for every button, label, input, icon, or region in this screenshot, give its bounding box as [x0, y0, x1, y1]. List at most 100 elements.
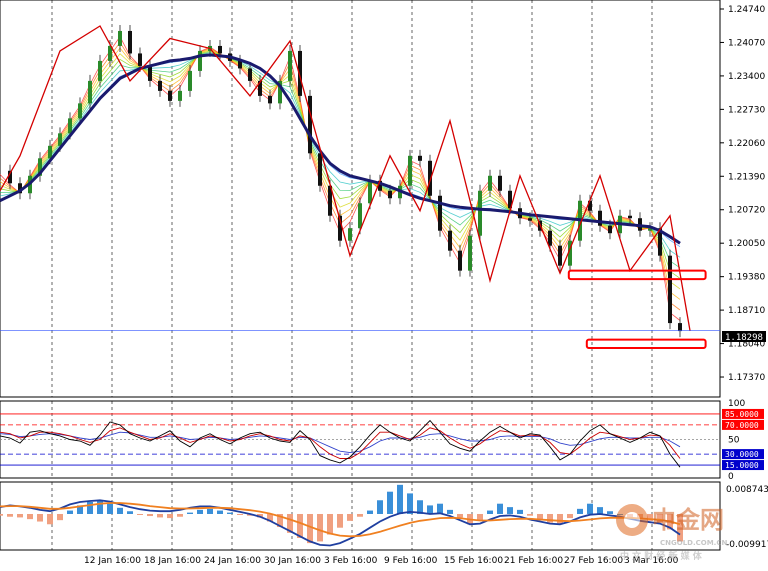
candle-body: [478, 190, 482, 236]
macd-histogram-bar: [307, 513, 313, 544]
macd-histogram-bar: [607, 511, 613, 514]
macd-histogram-bar: [127, 511, 133, 514]
candle-body: [498, 175, 502, 191]
price-tick-label: 1.22730: [728, 105, 765, 115]
macd-histogram-bar: [47, 513, 53, 525]
candle-body: [598, 210, 602, 226]
date-tick-label: 24 Jan 16:00: [204, 556, 261, 566]
oscillator-level-tag: 70.0000: [725, 421, 759, 430]
date-tick-label: 21 Feb 16:00: [504, 556, 563, 566]
candle-body: [488, 175, 492, 191]
macd-histogram-bar: [357, 513, 363, 517]
candle-body: [218, 45, 222, 54]
macd-histogram-bar: [337, 513, 343, 528]
macd-histogram-bar: [327, 513, 333, 535]
candle-body: [678, 323, 682, 332]
macd-histogram-bar: [377, 500, 383, 514]
macd-histogram-bar: [87, 501, 93, 514]
date-tick-label: 27 Feb 16:00: [564, 556, 623, 566]
candle-body: [458, 250, 462, 271]
candle-body: [668, 255, 672, 324]
macd-histogram-bar: [497, 503, 503, 514]
candle-body: [348, 228, 352, 241]
oscillator-tick-label: 0: [728, 472, 734, 482]
macd-histogram-bar: [407, 493, 413, 514]
current-price-tag: 1.18298: [722, 331, 766, 343]
macd-histogram-bar: [0, 513, 3, 516]
candle-body: [158, 80, 162, 91]
macd-histogram-bar: [157, 513, 163, 518]
candle-body: [628, 215, 632, 219]
macd-histogram-bar: [557, 513, 563, 525]
candle-body: [178, 90, 182, 101]
oscillator-level-tag: 15.0000: [725, 461, 759, 470]
candle-body: [268, 95, 272, 104]
macd-histogram-bar: [517, 509, 523, 514]
macd-histogram-bar: [387, 491, 393, 514]
macd-tick-label: 0.0087434: [726, 485, 768, 495]
candle-body: [558, 245, 562, 266]
candle-body: [128, 30, 132, 54]
candle-body: [138, 53, 142, 66]
price-tick-label: 1.24740: [728, 5, 765, 15]
macd-histogram-bar: [237, 513, 243, 515]
candle-body: [548, 230, 552, 246]
candle-body: [98, 60, 102, 81]
macd-histogram-bar: [107, 503, 113, 514]
candle-body: [418, 155, 422, 161]
candle-body: [448, 230, 452, 251]
macd-histogram-bar: [57, 513, 63, 521]
macd-histogram-bar: [507, 507, 513, 514]
macd-histogram-bar: [147, 513, 153, 517]
candle-body: [118, 30, 122, 46]
price-tick-label: 1.24070: [728, 38, 765, 48]
oscillator-level-tag: 30.0000: [725, 450, 759, 459]
candle-body: [408, 155, 412, 186]
macd-histogram-bar: [317, 513, 323, 542]
oscillator-tick-label: 100: [728, 399, 745, 409]
macd-histogram-bar: [347, 513, 353, 521]
macd-histogram-bar: [397, 484, 403, 514]
candle-body: [308, 95, 312, 154]
macd-histogram-bar: [67, 510, 73, 514]
macd-histogram-bar: [527, 513, 533, 516]
forex-chart: 1.24740 1.24070 1.23400 1.22730 1.22060 1.213…: [0, 0, 768, 571]
candle-body: [198, 50, 202, 71]
chart-background: [0, 0, 768, 571]
candle-body: [48, 145, 52, 159]
candle-body: [438, 195, 442, 231]
candle-body: [528, 218, 532, 221]
candle-body: [238, 60, 242, 69]
watermark-subtitle: 中 文 财 经 新 媒 体: [620, 550, 703, 562]
macd-histogram-bar: [167, 513, 173, 519]
candle-body: [288, 50, 292, 81]
macd-histogram-bar: [177, 513, 183, 517]
price-tick-label: 1.18710: [728, 306, 765, 316]
macd-histogram-bar: [27, 513, 33, 520]
macd-histogram-bar: [197, 509, 203, 514]
price-tick-label: 1.19380: [728, 273, 765, 283]
macd-histogram-bar: [427, 505, 433, 514]
macd-histogram-bar: [137, 513, 143, 515]
candle-body: [368, 180, 372, 204]
current-price-label: 1.18298: [725, 333, 763, 343]
macd-histogram-bar: [227, 512, 233, 514]
chart-svg: 1.24740 1.24070 1.23400 1.22730 1.22060 1.213…: [0, 0, 768, 571]
date-tick-label: 12 Jan 16:00: [84, 556, 141, 566]
macd-histogram-bar: [17, 513, 23, 518]
candle-body: [168, 90, 172, 101]
price-tick-label: 1.20720: [728, 206, 765, 216]
macd-histogram-bar: [487, 510, 493, 514]
candle-body: [468, 235, 472, 271]
price-tick-label: 1.20050: [728, 239, 765, 249]
price-tick-label: 1.22060: [728, 139, 765, 149]
macd-histogram-bar: [7, 513, 13, 517]
macd-histogram-bar: [597, 507, 603, 514]
watermark-logo-inner: [624, 512, 640, 528]
price-tick-label: 1.21390: [728, 172, 765, 182]
macd-histogram-bar: [447, 509, 453, 514]
macd-histogram-bar: [37, 513, 43, 522]
date-tick-label: 9 Feb 16:00: [384, 556, 438, 566]
candle-body: [88, 80, 92, 104]
candle-body: [188, 70, 192, 91]
